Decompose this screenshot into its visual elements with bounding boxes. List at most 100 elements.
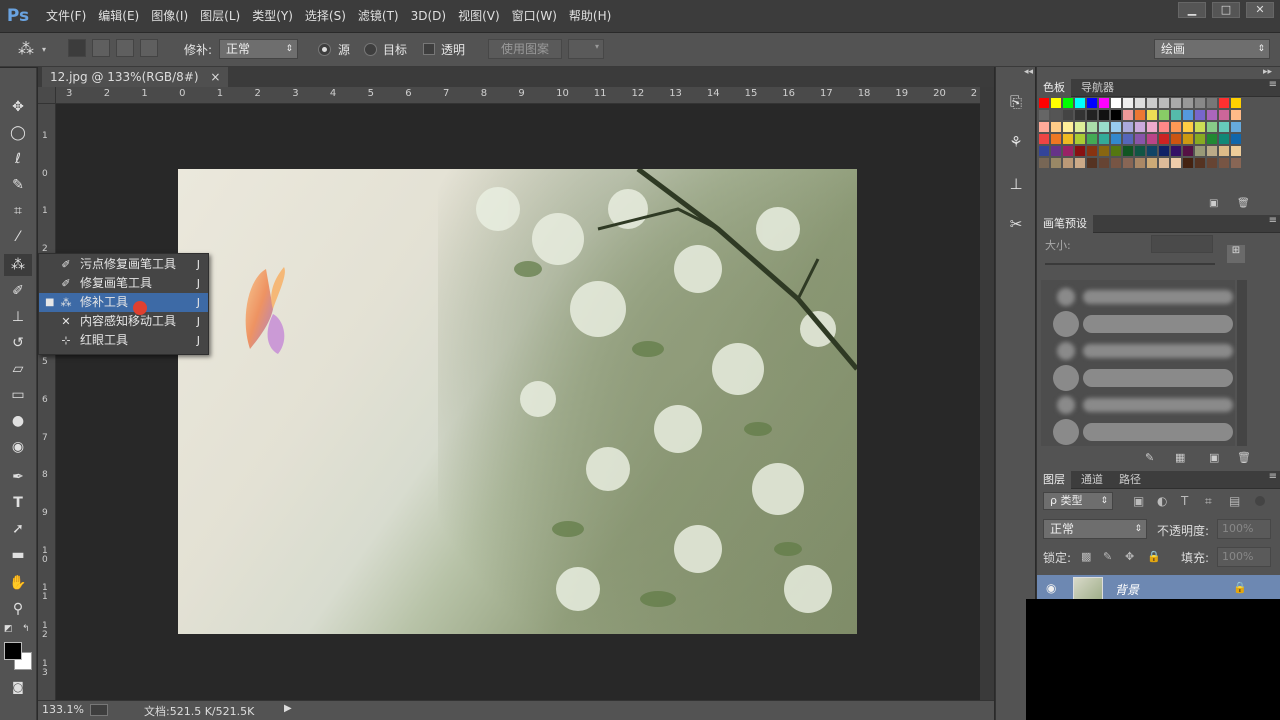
- smart-object-filter-icon[interactable]: ▤: [1229, 494, 1240, 508]
- color-swatch[interactable]: [1123, 134, 1133, 144]
- size-slider[interactable]: [1045, 263, 1215, 265]
- flyout-item[interactable]: ■ ⁂ 修补工具 J: [39, 293, 208, 312]
- blur-tool-icon[interactable]: ●: [4, 410, 32, 432]
- color-swatch[interactable]: [1051, 146, 1061, 156]
- grid-view-icon[interactable]: ▦: [1175, 451, 1185, 464]
- brush-options-icon[interactable]: ⊞: [1227, 245, 1245, 263]
- color-swatch[interactable]: [1171, 110, 1181, 120]
- color-swatch[interactable]: [1171, 134, 1181, 144]
- tab-channels[interactable]: 通道: [1075, 471, 1109, 489]
- color-swatch[interactable]: [1231, 98, 1241, 108]
- color-swatch[interactable]: [1111, 110, 1121, 120]
- lasso-tool-icon[interactable]: ℓ: [4, 148, 32, 170]
- color-swatch[interactable]: [1039, 158, 1049, 168]
- collapse-arrow-icon[interactable]: ◂◂: [1024, 67, 1033, 77]
- brush-preset[interactable]: [1049, 282, 1249, 312]
- color-swatch[interactable]: [1087, 134, 1097, 144]
- brush-preset[interactable]: [1049, 417, 1249, 447]
- shape-filter-icon[interactable]: ⌗: [1205, 494, 1212, 509]
- color-swatch[interactable]: [1111, 134, 1121, 144]
- color-swatch[interactable]: [1171, 146, 1181, 156]
- color-swatch[interactable]: [1075, 134, 1085, 144]
- brush-scrollbar[interactable]: [1237, 280, 1247, 446]
- fill-input[interactable]: 100%: [1217, 547, 1271, 567]
- color-swatch[interactable]: [1075, 146, 1085, 156]
- zoom-tool-icon[interactable]: ⚲: [4, 598, 32, 620]
- color-swatch[interactable]: [1195, 146, 1205, 156]
- adjustment-filter-icon[interactable]: ◐: [1157, 494, 1167, 508]
- intersect-selection-button[interactable]: [140, 39, 158, 57]
- color-swatch[interactable]: [1063, 134, 1073, 144]
- panel-menu-icon[interactable]: ≡: [1269, 215, 1277, 226]
- size-input[interactable]: [1151, 235, 1213, 253]
- lock-all-icon[interactable]: 🔒: [1147, 550, 1161, 563]
- color-swatch[interactable]: [1099, 110, 1109, 120]
- layer-visibility-icon[interactable]: ◉: [1046, 581, 1056, 595]
- color-swatch[interactable]: [1195, 110, 1205, 120]
- color-swatch[interactable]: [1063, 146, 1073, 156]
- marquee-tool-icon[interactable]: ◯: [4, 122, 32, 144]
- type-filter-icon[interactable]: T: [1181, 494, 1188, 508]
- document-tab[interactable]: 12.jpg @ 133%(RGB/8#) ×: [42, 67, 229, 87]
- color-swatch[interactable]: [1207, 158, 1217, 168]
- menu-item-9[interactable]: 窗口(W): [506, 0, 563, 32]
- color-swatch[interactable]: [1039, 110, 1049, 120]
- color-swatch[interactable]: [1039, 122, 1049, 132]
- brush-preset[interactable]: [1049, 336, 1249, 366]
- menu-item-4[interactable]: 类型(Y): [246, 0, 299, 32]
- foreground-color-swatch[interactable]: [4, 642, 22, 660]
- color-swatch[interactable]: [1231, 122, 1241, 132]
- color-swatch[interactable]: [1183, 98, 1193, 108]
- color-swatch[interactable]: [1219, 110, 1229, 120]
- color-swatch[interactable]: [1111, 158, 1121, 168]
- default-colors-icon[interactable]: ◩: [4, 624, 13, 634]
- color-swatch[interactable]: [1171, 98, 1181, 108]
- panel-menu-icon[interactable]: ≡: [1269, 471, 1277, 482]
- zoom-level[interactable]: 133.1%: [42, 703, 84, 716]
- color-swatch[interactable]: [1135, 110, 1145, 120]
- color-swatch[interactable]: [1075, 158, 1085, 168]
- tab-paths[interactable]: 路径: [1113, 471, 1147, 489]
- flyout-item[interactable]: ✕ 内容感知移动工具 J: [39, 312, 208, 331]
- menu-item-7[interactable]: 3D(D): [405, 0, 452, 32]
- color-swatch[interactable]: [1075, 98, 1085, 108]
- workspace-select[interactable]: 绘画 ⇕: [1154, 39, 1270, 59]
- history-panel-icon[interactable]: ⎘: [1002, 90, 1030, 114]
- color-swatch[interactable]: [1099, 122, 1109, 132]
- menu-item-0[interactable]: 文件(F): [40, 0, 92, 32]
- color-swatch[interactable]: [1099, 146, 1109, 156]
- color-swatch[interactable]: [1171, 122, 1181, 132]
- color-swatch[interactable]: [1207, 134, 1217, 144]
- brush-tool-icon[interactable]: ✐: [4, 280, 32, 302]
- blend-mode-select[interactable]: 正常 ⇕: [1043, 519, 1147, 539]
- layer-name[interactable]: 背景: [1115, 581, 1139, 598]
- color-swatch[interactable]: [1171, 158, 1181, 168]
- menu-item-3[interactable]: 图层(L): [194, 0, 246, 32]
- menu-item-8[interactable]: 视图(V): [452, 0, 506, 32]
- color-swatch[interactable]: [1159, 122, 1169, 132]
- color-swatch[interactable]: [1219, 122, 1229, 132]
- path-selection-tool-icon[interactable]: ➚: [4, 518, 32, 540]
- menu-item-1[interactable]: 编辑(E): [92, 0, 145, 32]
- color-swatch[interactable]: [1135, 146, 1145, 156]
- color-swatch[interactable]: [1063, 158, 1073, 168]
- target-radio[interactable]: [364, 43, 377, 56]
- color-swatch[interactable]: [1135, 158, 1145, 168]
- pattern-picker[interactable]: ▾: [568, 39, 604, 59]
- close-tab-icon[interactable]: ×: [210, 70, 220, 84]
- color-swatch[interactable]: [1051, 158, 1061, 168]
- color-swatch[interactable]: [1135, 122, 1145, 132]
- color-swatch[interactable]: [1123, 98, 1133, 108]
- color-swatch[interactable]: [1231, 134, 1241, 144]
- menu-item-6[interactable]: 滤镜(T): [352, 0, 405, 32]
- color-swatch[interactable]: [1183, 134, 1193, 144]
- color-swatch[interactable]: [1183, 110, 1193, 120]
- tab-layers[interactable]: 图层: [1037, 471, 1071, 489]
- color-swatch[interactable]: [1051, 110, 1061, 120]
- delete-brush-icon[interactable]: 🗑: [1237, 451, 1251, 464]
- color-swatch[interactable]: [1219, 134, 1229, 144]
- color-swatch[interactable]: [1039, 146, 1049, 156]
- color-swatch[interactable]: [1039, 134, 1049, 144]
- status-icon[interactable]: [90, 704, 108, 716]
- lock-position-icon[interactable]: ✥: [1125, 550, 1134, 563]
